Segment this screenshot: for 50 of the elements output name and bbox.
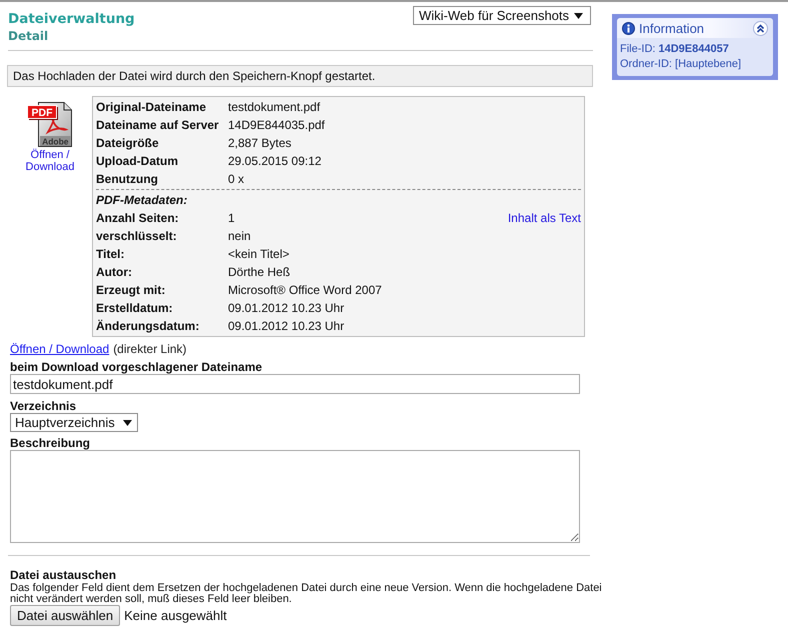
field-label: beim Download vorgeschlagener Dateiname bbox=[10, 360, 262, 374]
open-download-link[interactable]: Öffnen / Download bbox=[18, 149, 82, 173]
caret-icon bbox=[123, 420, 132, 426]
wiki-select[interactable]: Wiki-Web für Screenshots bbox=[413, 6, 591, 25]
detail-label: Benutzung bbox=[96, 171, 159, 188]
detail-label: Upload-Datum bbox=[96, 153, 179, 170]
metadata-heading: PDF-Metadaten: bbox=[96, 192, 188, 209]
metadata-value: nein bbox=[228, 228, 252, 245]
file-status: Keine ausgewählt bbox=[124, 608, 227, 623]
detail-label: Dateigröße bbox=[96, 135, 160, 152]
folder-select[interactable]: Hauptverzeichnis bbox=[10, 413, 138, 432]
text-content-link[interactable]: Inhalt als Text bbox=[508, 209, 581, 227]
description-field[interactable] bbox=[10, 450, 580, 543]
collapse-button[interactable] bbox=[753, 20, 768, 36]
download-link[interactable]: Öffnen / Download bbox=[10, 342, 110, 356]
info-icon bbox=[622, 22, 635, 34]
metadata-label: Änderungsdatum: bbox=[96, 318, 200, 335]
metadata-label: verschlüsselt: bbox=[96, 228, 178, 245]
detail-label: Dateiname auf Server bbox=[96, 117, 220, 134]
detail-value: 0 x bbox=[228, 171, 246, 188]
page-title: Dateiverwaltung bbox=[8, 10, 135, 28]
section-description: Das folgender Feld dient dem Ersetzen der hochgeladenen Datei durch eine neue Version. Wenn die hochgeladene Datei nicht verändert werden soll, muß dieses Feld leer bleiben. bbox=[10, 583, 603, 605]
detail-value: 29.05.2015 09:12 bbox=[228, 153, 322, 170]
link-note: (direkter Link) bbox=[113, 342, 187, 356]
detail-value: 14D9E844035.pdf bbox=[228, 117, 326, 134]
panel-title: Information bbox=[639, 20, 706, 36]
metadata-value: 1 bbox=[228, 210, 236, 227]
metadata-label: Titel: bbox=[96, 246, 126, 263]
caret-icon bbox=[574, 12, 583, 18]
field-label: Beschreibung bbox=[10, 436, 90, 450]
info-line: File-ID: 14D9E844057 bbox=[620, 42, 729, 57]
metadata-label: Anzahl Seiten: bbox=[96, 210, 180, 227]
metadata-value: Microsoft® Office Word 2007 bbox=[228, 282, 383, 299]
field-label: Verzeichnis bbox=[10, 399, 76, 413]
metadata-label: Erstelldatum: bbox=[96, 300, 174, 317]
detail-value: testdokument.pdf bbox=[228, 99, 322, 116]
metadata-value: 09.01.2012 10.23 Uhr bbox=[228, 300, 346, 317]
metadata-value: 09.01.2012 10.23 Uhr bbox=[228, 318, 346, 335]
filename-field[interactable]: testdokument.pdf bbox=[10, 374, 580, 394]
choose-file-button[interactable]: Datei auswählen bbox=[10, 605, 120, 626]
page-subtitle: Detail bbox=[8, 28, 48, 44]
metadata-label: Erzeugt mit: bbox=[96, 282, 166, 299]
section-heading: Datei austauschen bbox=[10, 568, 116, 582]
metadata-value: <kein Titel> bbox=[228, 246, 290, 263]
metadata-value: Dörthe Heß bbox=[228, 264, 292, 281]
detail-value: 2,887 Bytes bbox=[228, 135, 292, 152]
notice-message: Das Hochladen der Datei wird durch den Speichern-Knopf gestartet. bbox=[7, 65, 593, 87]
info-line: Ordner-ID: [Hauptebene] bbox=[620, 57, 742, 72]
detail-label: Original-Dateiname bbox=[96, 99, 208, 116]
metadata-label: Autor: bbox=[96, 264, 133, 281]
